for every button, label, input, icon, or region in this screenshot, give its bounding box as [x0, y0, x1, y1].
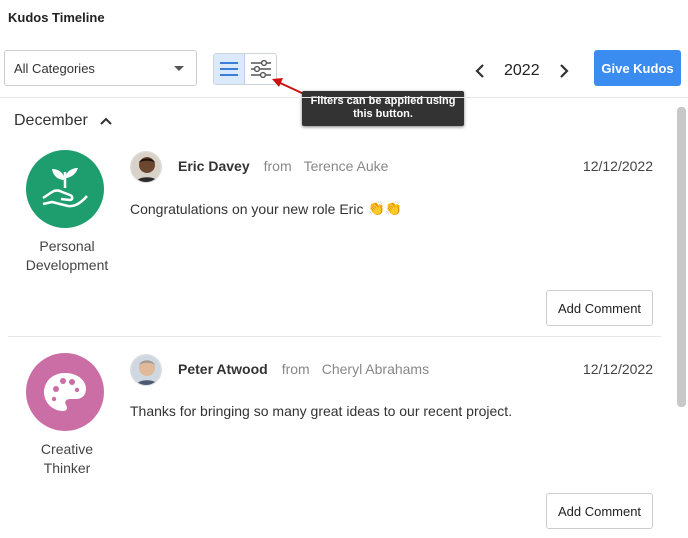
year-label: 2022: [504, 62, 540, 79]
avatar: [130, 151, 162, 183]
kudos-message-text: Thanks for bringing so many great ideas …: [130, 403, 513, 419]
kudos-date: 12/12/2022: [582, 158, 653, 174]
kudos-message: Thanks for bringing so many great ideas …: [130, 403, 512, 419]
prev-year-button[interactable]: [468, 56, 492, 86]
palette-icon: [44, 373, 86, 411]
category-select[interactable]: All Categories: [4, 50, 197, 86]
kudos-names: Eric Davey from Terence Auke: [178, 158, 388, 174]
month-header[interactable]: December: [14, 112, 112, 130]
plant-in-hand-icon: [42, 168, 88, 208]
chevron-up-icon: [100, 117, 112, 125]
year-nav: 2022: [468, 56, 576, 86]
from-label: from: [263, 158, 292, 174]
caret-down-icon: [174, 66, 184, 71]
chevron-right-icon: [559, 64, 569, 78]
list-view-button[interactable]: [214, 54, 246, 84]
month-label: December: [14, 112, 88, 129]
category-label-line: Creative: [40, 441, 94, 457]
recipient-name: Eric Davey: [178, 158, 250, 174]
sender-name: Cheryl Abrahams: [321, 361, 430, 377]
category-label-line: Thinker: [43, 460, 91, 476]
page-title: Kudos Timeline: [8, 10, 105, 25]
category-label-line: Development: [25, 257, 109, 273]
header-divider: [0, 97, 688, 98]
scrollbar-thumb[interactable]: [677, 107, 686, 407]
list-icon: [220, 62, 238, 76]
card-divider: [8, 336, 661, 337]
clapping-hands-emoji: 👏👏: [367, 200, 403, 216]
chevron-left-icon: [475, 64, 484, 78]
kudos-names: Peter Atwood from Cheryl Abrahams: [178, 361, 429, 377]
kudos-message: Congratulations on your new role Eric 👏👏: [130, 200, 402, 217]
category-label: Creative Thinker: [8, 440, 126, 478]
add-comment-button[interactable]: Add Comment: [546, 290, 653, 326]
kudos-message-text: Congratulations on your new role Eric: [130, 200, 364, 217]
category-label-line: Personal: [39, 238, 95, 254]
kudos-card: Creative Thinker Peter Atwood from Chery…: [8, 353, 661, 533]
category-label: Personal Development: [8, 237, 126, 275]
avatar: [130, 354, 162, 386]
recipient-name: Peter Atwood: [178, 361, 268, 377]
kudos-card: Personal Development Eric Davey from Ter…: [8, 150, 661, 330]
give-kudos-button[interactable]: Give Kudos: [594, 50, 681, 86]
add-comment-button[interactable]: Add Comment: [546, 493, 653, 529]
next-year-button[interactable]: [552, 56, 576, 86]
category-select-value: All Categories: [14, 60, 95, 76]
category-badge: [26, 150, 104, 228]
from-label: from: [281, 361, 310, 377]
category-badge: [26, 353, 104, 431]
sender-name: Terence Auke: [303, 158, 389, 174]
person-avatar-icon: [131, 355, 161, 385]
kudos-date: 12/12/2022: [582, 361, 653, 377]
person-avatar-icon: [131, 152, 161, 182]
